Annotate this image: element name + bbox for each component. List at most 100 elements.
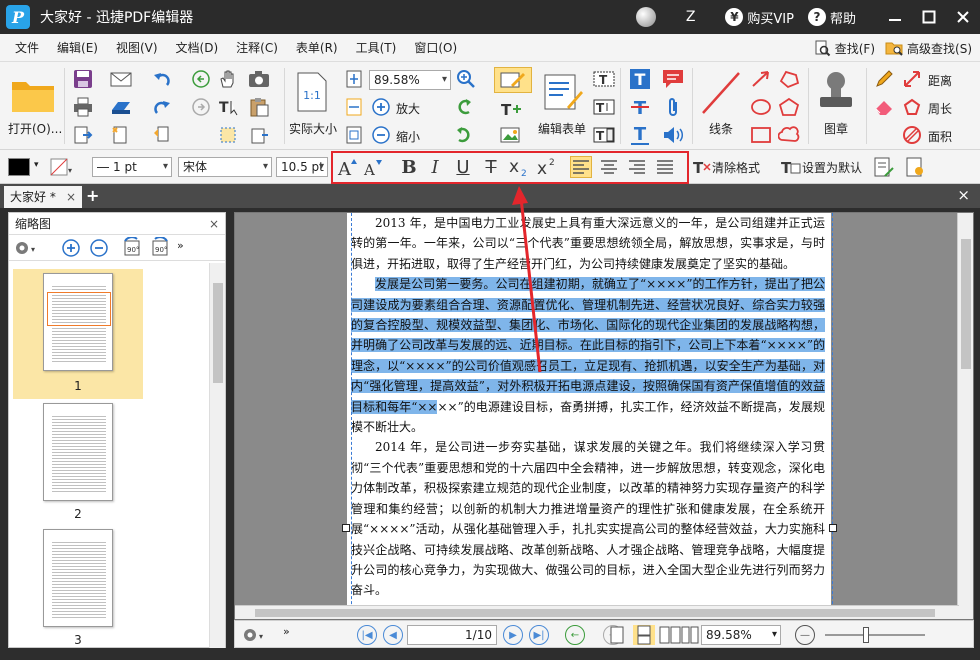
prev-page-button[interactable]: ◀ xyxy=(383,625,403,645)
stamp-button[interactable] xyxy=(814,68,858,116)
menu-file[interactable]: 文件 xyxy=(6,39,48,56)
thumbnail-panel-close[interactable]: × xyxy=(209,213,219,235)
minimize-button[interactable] xyxy=(878,0,912,34)
menu-view[interactable]: 视图(V) xyxy=(107,39,167,56)
form-textarea-button[interactable]: T xyxy=(592,96,616,118)
export-button[interactable] xyxy=(72,124,94,146)
edit-form-button[interactable] xyxy=(540,70,584,114)
pencil-button[interactable] xyxy=(872,68,896,90)
thumb-zoom-in-icon[interactable] xyxy=(61,238,81,258)
add-text-button[interactable]: T xyxy=(494,98,532,120)
set-default-button[interactable]: T 设置为默认 xyxy=(780,158,862,176)
thumbnail-item[interactable]: 2 xyxy=(13,399,143,525)
add-image-button[interactable] xyxy=(494,124,532,146)
increase-font-button[interactable]: A xyxy=(336,156,358,178)
ellipse-tool-button[interactable] xyxy=(748,96,774,118)
close-all-tabs-button[interactable]: × xyxy=(957,186,970,204)
email-button[interactable] xyxy=(108,68,134,90)
properties-button[interactable] xyxy=(872,156,894,181)
distance-tool-button[interactable] xyxy=(900,68,924,90)
font-name-select[interactable]: 宋体 ▾ xyxy=(178,157,272,177)
align-right-button[interactable] xyxy=(626,156,648,178)
select-text-button[interactable]: T xyxy=(216,96,240,118)
snapshot-button[interactable] xyxy=(246,68,272,90)
document-tab[interactable]: 大家好 * × xyxy=(4,186,82,208)
menu-window[interactable]: 窗口(O) xyxy=(405,39,466,56)
font-size-select[interactable]: 10.5 pt ▾ xyxy=(276,157,328,177)
subscript-button[interactable]: x2 xyxy=(508,156,530,178)
find-button[interactable]: 查找(F) xyxy=(813,39,875,57)
strikeout-tool-button[interactable]: T xyxy=(628,96,652,118)
fit-visible-button[interactable] xyxy=(344,124,364,146)
document-horizontal-scrollbar[interactable] xyxy=(235,605,959,619)
clear-format-button[interactable]: T 清除格式 xyxy=(692,158,760,176)
select-area-button[interactable] xyxy=(216,124,240,146)
status-zoom-select[interactable]: 89.58% ▾ xyxy=(701,625,781,645)
continuous-page-icon[interactable] xyxy=(633,625,655,645)
text-color-dropdown-icon[interactable]: ▾ xyxy=(34,160,39,170)
last-page-button[interactable]: ▶| xyxy=(529,625,549,645)
hand-tool-button[interactable] xyxy=(216,68,240,90)
maximize-button[interactable] xyxy=(912,0,946,34)
tab-close-icon[interactable]: × xyxy=(66,186,76,208)
text-box-frame[interactable] xyxy=(351,213,833,619)
underline-tool-button[interactable]: T xyxy=(628,124,652,146)
close-button[interactable] xyxy=(946,0,980,34)
note-button[interactable] xyxy=(660,68,686,90)
page-tool-button[interactable] xyxy=(150,124,174,146)
prev-view-button[interactable] xyxy=(190,68,212,90)
strikethrough-button[interactable]: T xyxy=(480,156,502,178)
open-button[interactable] xyxy=(8,72,58,116)
first-page-button[interactable]: |◀ xyxy=(357,625,377,645)
fill-color-button[interactable]: ▾ xyxy=(50,158,72,176)
document-view[interactable]: 2013 年，是中国电力工业发展史上具有重大深远意义的一年，是公司组建并正式运转… xyxy=(234,212,974,620)
facing-continuous-icon[interactable] xyxy=(681,625,699,645)
thumb-rotate-right-icon[interactable]: 90° xyxy=(149,237,171,259)
superscript-button[interactable]: x2 xyxy=(536,156,558,178)
align-justify-button[interactable] xyxy=(654,156,676,178)
buy-vip-button[interactable]: ¥ 购买VIP xyxy=(725,8,794,27)
zoom-out-button[interactable] xyxy=(370,124,392,146)
redo-button[interactable] xyxy=(150,96,174,118)
menu-document[interactable]: 文档(D) xyxy=(167,39,228,56)
thumb-options-icon[interactable]: ▾ xyxy=(13,238,41,258)
resize-handle-left[interactable] xyxy=(342,524,350,532)
menu-comment[interactable]: 注释(C) xyxy=(227,39,287,56)
italic-button[interactable]: I xyxy=(424,156,446,178)
thumb-zoom-out-icon[interactable] xyxy=(89,238,109,258)
thumbnail-scrollbar[interactable] xyxy=(209,263,225,649)
thumbnail-item[interactable]: 3 xyxy=(13,525,143,649)
crop-button[interactable] xyxy=(246,124,272,146)
thumbnail-scroll-thumb[interactable] xyxy=(213,283,223,383)
save-button[interactable] xyxy=(72,68,94,90)
undo-button[interactable] xyxy=(150,68,174,90)
form-text-field-button[interactable]: T xyxy=(592,68,616,90)
thumb-more-icon[interactable]: » xyxy=(177,239,184,252)
document-hscroll-thumb[interactable] xyxy=(255,609,935,617)
view-options-icon[interactable]: ▾ xyxy=(241,625,269,645)
underline-button[interactable]: U xyxy=(452,156,474,178)
pentagon-tool-button[interactable] xyxy=(776,96,802,118)
rectangle-tool-button[interactable] xyxy=(748,124,774,146)
perimeter-tool-button[interactable] xyxy=(900,96,924,118)
edit-content-button[interactable] xyxy=(494,67,532,93)
bold-button[interactable]: B xyxy=(398,156,420,178)
menu-edit[interactable]: 编辑(E) xyxy=(48,39,107,56)
next-page-button[interactable]: ▶ xyxy=(503,625,523,645)
paste-button[interactable] xyxy=(246,96,272,118)
document-properties-button[interactable] xyxy=(904,156,926,181)
cloud-tool-button[interactable] xyxy=(776,124,802,146)
line-tool-button[interactable] xyxy=(698,68,744,118)
menu-form[interactable]: 表单(R) xyxy=(287,39,347,56)
align-left-button[interactable] xyxy=(570,156,592,178)
rotate-left-button[interactable] xyxy=(452,96,476,118)
resize-handle-right[interactable] xyxy=(829,524,837,532)
zoom-in-small-button[interactable] xyxy=(455,68,477,90)
eraser-button[interactable] xyxy=(872,96,896,118)
document-vertical-scrollbar[interactable] xyxy=(957,213,973,619)
form-list-button[interactable]: T xyxy=(592,124,616,146)
rotate-right-button[interactable] xyxy=(452,124,476,146)
two-page-icon[interactable] xyxy=(659,625,681,645)
actual-size-button[interactable]: 1:1 xyxy=(294,70,330,114)
thumb-rotate-left-icon[interactable]: 90° xyxy=(121,237,143,259)
